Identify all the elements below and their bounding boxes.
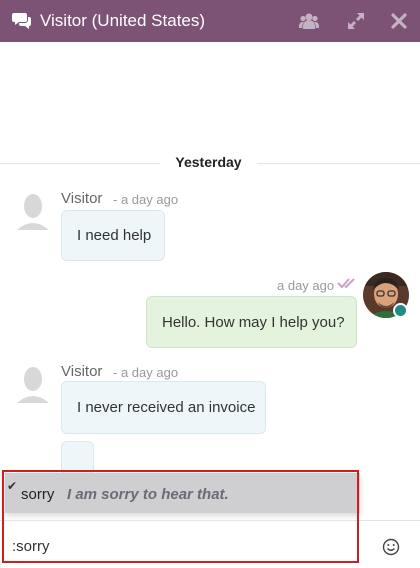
visitor-avatar-icon <box>17 367 49 403</box>
message-text: I need help <box>77 227 152 244</box>
visitor-avatar-icon <box>17 194 49 230</box>
smiley-icon[interactable] <box>382 538 400 556</box>
message-time: a day ago <box>277 278 335 293</box>
users-icon[interactable] <box>299 11 319 31</box>
message-bubble: Hello. How may I help you? <box>146 296 357 348</box>
message-time: - a day ago <box>113 365 179 380</box>
message-text: Hello. How may I help you? <box>162 313 345 331</box>
chat-icon <box>12 13 31 29</box>
online-status-dot <box>393 303 408 318</box>
day-separator: Yesterday <box>160 154 257 170</box>
close-icon[interactable] <box>389 11 409 31</box>
message-author: Visitor <box>61 190 103 207</box>
chat-window-header: Visitor (United States) <box>0 0 420 42</box>
message-time: - a day ago <box>113 192 179 207</box>
highlight-annotation-box <box>2 470 359 563</box>
double-check-icon <box>337 278 355 289</box>
message-text: I never received an invoice <box>77 399 256 416</box>
message-author: Visitor <box>61 363 103 380</box>
expand-icon[interactable] <box>346 11 366 31</box>
message-bubble: I never received an invoice <box>61 381 266 434</box>
message-bubble: I need help <box>61 210 165 261</box>
chat-window-title: Visitor (United States) <box>40 11 206 30</box>
